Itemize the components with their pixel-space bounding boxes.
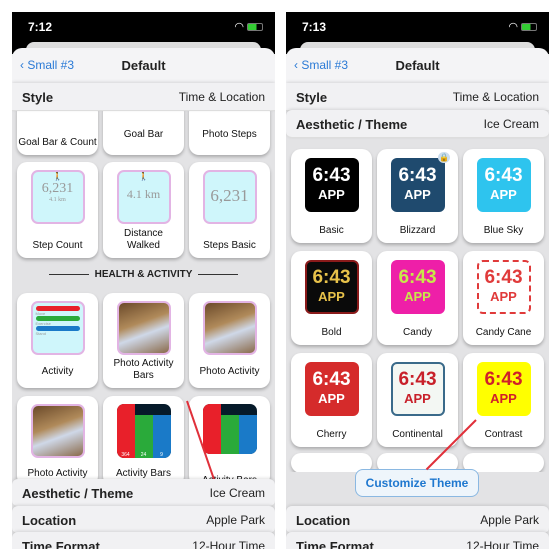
style-card-photo-activity-2[interactable]: Photo Activity bbox=[17, 396, 98, 486]
card-label: Photo Steps bbox=[202, 129, 257, 140]
status-time: 7:13 bbox=[302, 20, 327, 34]
location-row[interactable]: Location Apple Park bbox=[286, 506, 549, 534]
card-label: Basic bbox=[319, 225, 344, 236]
activity-bars-preview: 364 24 9 bbox=[116, 404, 171, 458]
style-card-photo-activity-bars[interactable]: Photo Activity Bars bbox=[103, 293, 184, 388]
card-label: Goal Bar & Count bbox=[18, 137, 97, 148]
distance-preview: 🚶 4.1 km bbox=[116, 170, 171, 224]
theme-preview: 6:43 APP bbox=[390, 362, 445, 416]
theme-preview: 6:43 APP bbox=[304, 158, 359, 212]
card-label: Photo Activity bbox=[199, 366, 260, 377]
nav-bar: ‹ Small #3 Default bbox=[12, 48, 275, 83]
card-label: Activity bbox=[41, 366, 74, 377]
right-screen: 7:13 ◠ ‹ Small #3 Default Style Time & Lo… bbox=[286, 12, 549, 549]
left-screen: 7:12 ◠ Goal Bar & Count Goal Bar Photo S… bbox=[12, 12, 275, 549]
theme-preview: 6:43 APP bbox=[476, 260, 531, 314]
card-label: Steps Basic bbox=[203, 240, 256, 251]
status-time: 7:12 bbox=[28, 20, 53, 34]
style-card-activity[interactable]: Move Exercise Stand Activity bbox=[17, 293, 98, 388]
step-count-preview: 🚶 6,231 4.1 km bbox=[30, 170, 85, 224]
card-label: Candy Cane bbox=[475, 327, 532, 338]
photo-preview bbox=[116, 301, 171, 355]
style-card-distance-walked[interactable]: 🚶 4.1 km Distance Walked bbox=[103, 162, 184, 258]
activity-preview: Move Exercise Stand bbox=[30, 301, 85, 355]
theme-card-blizzard[interactable]: 6:43 APP 🔒 Blizzard bbox=[377, 149, 458, 243]
aesthetic-theme-row[interactable]: Aesthetic / Theme Ice Cream bbox=[286, 110, 549, 138]
wifi-battery-icons: ◠ bbox=[234, 20, 263, 33]
aesthetic-theme-row[interactable]: Aesthetic / Theme Ice Cream bbox=[12, 479, 275, 507]
style-row[interactable]: Style Time & Location bbox=[286, 83, 549, 111]
card-label: Contrast bbox=[484, 429, 523, 440]
nav-title: Default bbox=[121, 58, 166, 73]
theme-preview: 6:43 APP bbox=[304, 362, 359, 416]
theme-preview: 6:43 APP bbox=[390, 260, 445, 314]
section-header: HEALTH & ACTIVITY bbox=[12, 269, 275, 280]
card-label: Cherry bbox=[316, 429, 347, 440]
theme-card-cherry[interactable]: 6:43 APP Cherry bbox=[291, 353, 372, 447]
theme-card-candy[interactable]: 6:43 APP Candy bbox=[377, 251, 458, 345]
theme-card-candy-cane[interactable]: 6:43 APP Candy Cane bbox=[463, 251, 544, 345]
nav-title: Default bbox=[395, 58, 440, 73]
theme-preview: 6:43 APP bbox=[476, 158, 531, 212]
activity-bars-preview bbox=[202, 404, 257, 454]
card-label: Distance Walked bbox=[124, 228, 163, 251]
steps-basic-preview: 6,231 bbox=[202, 170, 257, 224]
theme-card-bold[interactable]: 6:43 APP Bold bbox=[291, 251, 372, 345]
card-label: Candy bbox=[403, 327, 432, 338]
style-row[interactable]: Style Time & Location bbox=[12, 83, 275, 111]
photo-preview bbox=[30, 404, 85, 458]
customize-theme-button[interactable]: Customize Theme bbox=[355, 469, 479, 497]
style-card-steps-basic[interactable]: 6,231 Steps Basic bbox=[189, 162, 270, 258]
lock-icon: 🔒 bbox=[438, 152, 450, 163]
nav-bar: ‹ Small #3 Default bbox=[286, 48, 549, 83]
theme-preview: 6:43 APP bbox=[476, 362, 531, 416]
theme-card-contrast[interactable]: 6:43 APP Contrast bbox=[463, 353, 544, 447]
card-label: Photo Activity Bars bbox=[113, 358, 174, 381]
photo-preview bbox=[202, 301, 257, 355]
style-card-activity-bars[interactable]: 364 24 9 Activity Bars bbox=[103, 396, 184, 486]
style-card-step-count[interactable]: 🚶 6,231 4.1 km Step Count bbox=[17, 162, 98, 258]
style-card-photo-activity[interactable]: Photo Activity bbox=[189, 293, 270, 388]
card-label: Step Count bbox=[32, 240, 83, 251]
card-label: Continental bbox=[392, 429, 443, 440]
theme-card-basic[interactable]: 6:43 APP Basic bbox=[291, 149, 372, 243]
location-row[interactable]: Location Apple Park bbox=[12, 506, 275, 534]
wifi-battery-icons: ◠ bbox=[508, 20, 537, 33]
card-label: Goal Bar bbox=[123, 129, 164, 140]
time-format-row[interactable]: Time Format 12-Hour Time bbox=[12, 532, 275, 549]
card-label: Blizzard bbox=[399, 225, 436, 236]
time-format-row[interactable]: Time Format 12-Hour Time bbox=[286, 532, 549, 549]
theme-card-continental[interactable]: 6:43 APP Continental bbox=[377, 353, 458, 447]
theme-preview: 6:43 APP bbox=[390, 158, 445, 212]
theme-preview: 6:43 APP bbox=[304, 260, 359, 314]
card-label: Bold bbox=[321, 327, 342, 338]
theme-card-blue-sky[interactable]: 6:43 APP Blue Sky bbox=[463, 149, 544, 243]
card-label: Blue Sky bbox=[483, 225, 524, 236]
